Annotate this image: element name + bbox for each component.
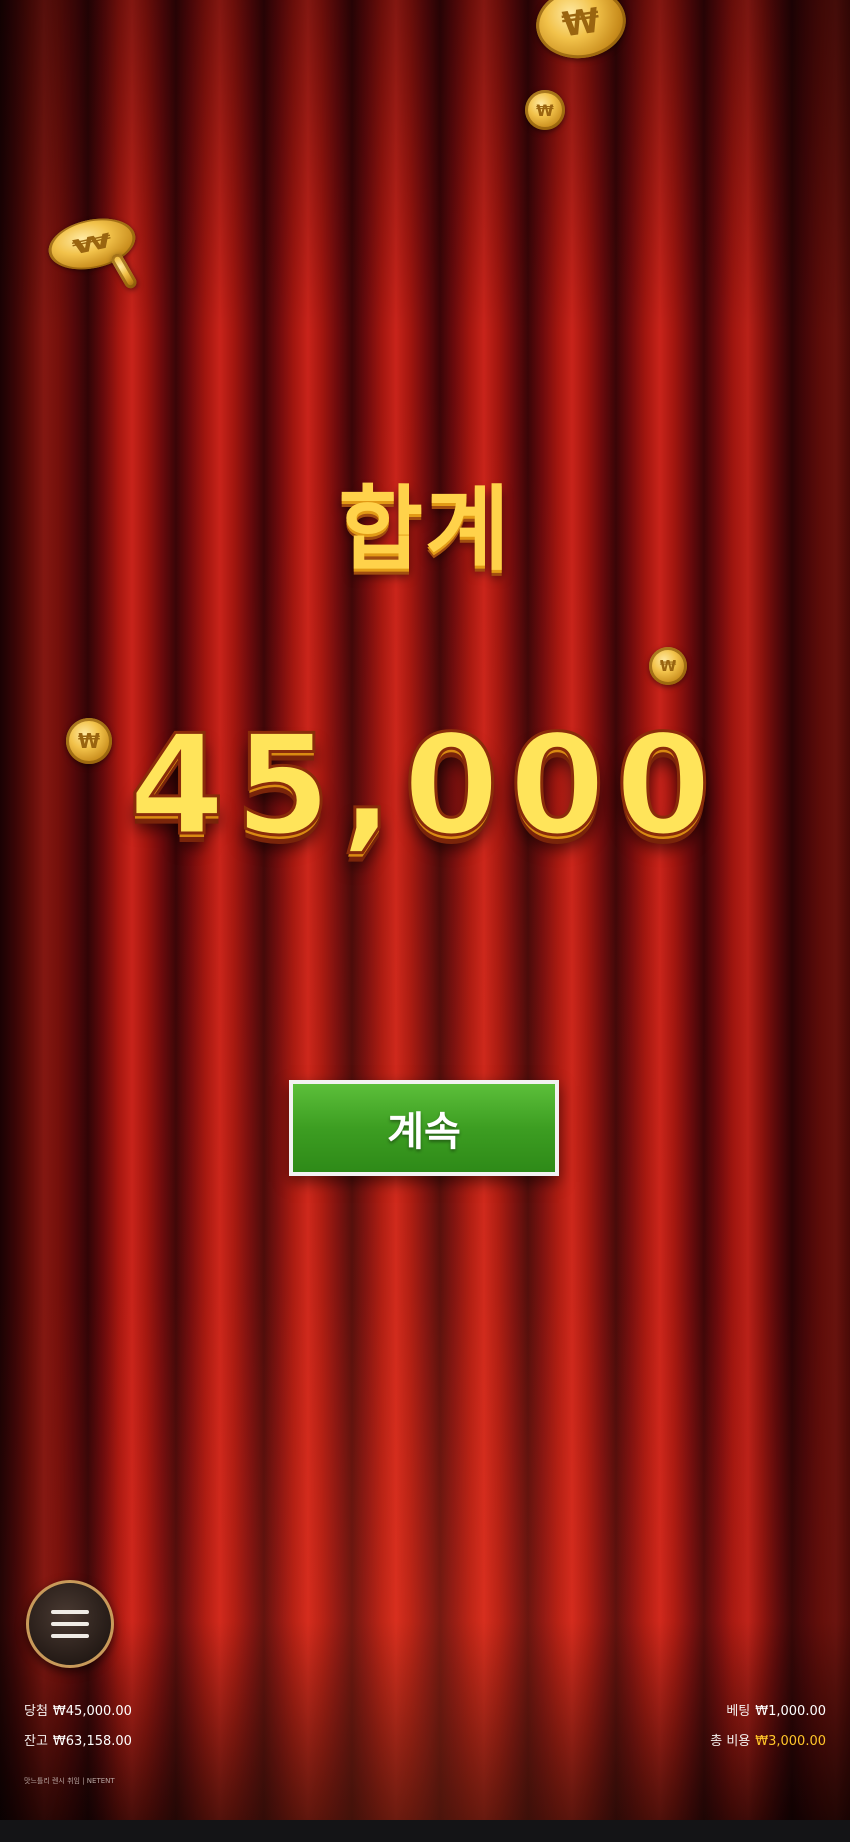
game-screen: ₩ ₩ ₩ ₩ ₩ 합계 45,000 계속 당첨 ₩45,000.00 잔고 ₩6… [0,0,850,1842]
total-bet-value: ₩3,000.00 [755,1734,826,1749]
bottom-strip [0,1820,850,1842]
balance-info: 잔고 ₩63,158.00 [24,1730,132,1749]
footer-note: 맛느틀리 렌시 취임 | NETENT [24,1777,115,1785]
menu-button[interactable] [26,1580,114,1668]
win-info: 당첨 ₩45,000.00 [24,1700,132,1719]
coin-icon [109,251,139,291]
bet-label: 베팅 [726,1704,751,1719]
continue-button[interactable]: 계속 [289,1080,559,1176]
win-label: 당첨 [24,1704,48,1719]
total-title: 합계 [338,476,512,583]
total-bet-info: 총 비용 ₩3,000.00 [710,1730,826,1749]
win-amount: 45,000 [127,704,722,868]
coin-icon: ₩ [531,0,631,64]
continue-button-label: 계속 [387,1109,461,1155]
balance-value: ₩63,158.00 [52,1734,132,1749]
coin-icon: ₩ [649,647,687,685]
win-value: ₩45,000.00 [52,1704,132,1719]
hamburger-menu-icon [51,1610,89,1638]
balance-label: 잔고 [24,1734,48,1749]
bet-value: ₩1,000.00 [755,1704,826,1719]
bet-info: 베팅 ₩1,000.00 [726,1700,826,1719]
coin-icon: ₩ [525,90,565,130]
total-bet-label: 총 비용 [710,1734,751,1749]
